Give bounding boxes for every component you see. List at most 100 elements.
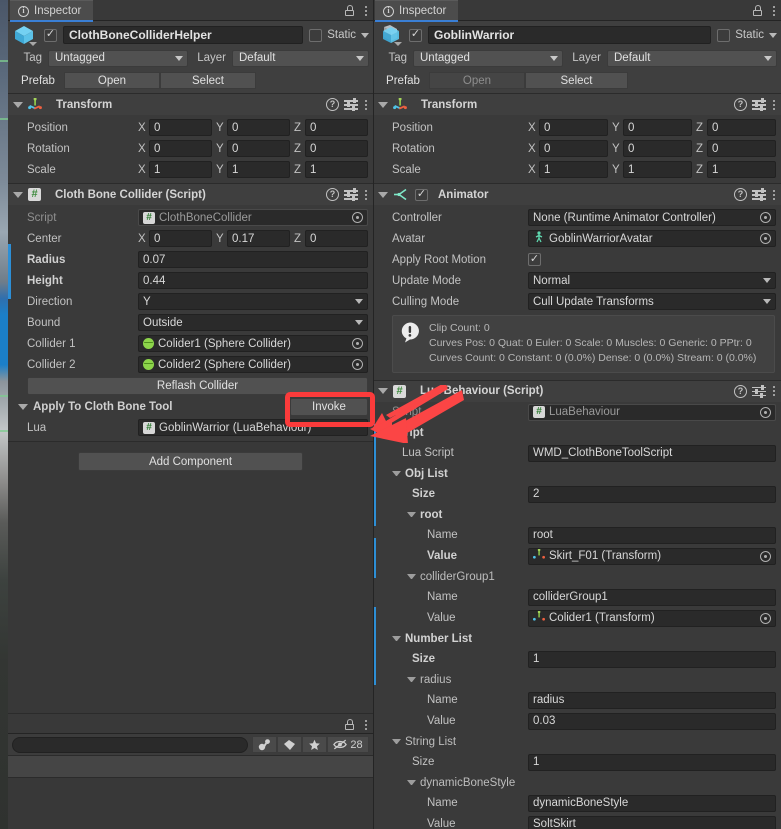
obj-entry-root-foldout[interactable]: root <box>373 505 781 525</box>
obj-entry-name-field[interactable]: root <box>528 526 776 544</box>
obj-entry-value-field[interactable]: Colider1 (Transform) <box>528 609 776 627</box>
preset-icon[interactable] <box>752 98 766 111</box>
chevron-down-icon[interactable] <box>769 32 777 38</box>
animator-header[interactable]: Animator ? <box>373 184 781 205</box>
bound-dropdown[interactable]: Outside <box>138 314 368 331</box>
rotation-x-field[interactable]: 0 <box>539 140 608 157</box>
string-entry-name-field[interactable]: dynamicBoneStyle <box>528 794 776 812</box>
static-checkbox[interactable] <box>309 28 323 42</box>
tag-dropdown[interactable]: Untagged <box>413 49 563 67</box>
string-entry-dynamicbonestyle-foldout[interactable]: dynamicBoneStyle <box>373 773 781 793</box>
object-picker-icon[interactable] <box>352 212 363 223</box>
foldout-arrow-icon[interactable] <box>13 191 23 198</box>
number-list-size-field[interactable]: 1 <box>528 650 776 668</box>
radius-field[interactable]: 0.07 <box>138 251 368 268</box>
lua-behaviour-header[interactable]: # Lua Behaviour (Script) ? <box>373 380 781 402</box>
transform-header[interactable]: Transform ? <box>373 94 781 115</box>
position-y-field[interactable]: 0 <box>623 119 692 136</box>
object-picker-icon[interactable] <box>760 212 771 223</box>
object-picker-icon[interactable] <box>760 406 771 418</box>
lua-object-field[interactable]: # GoblinWarrior (LuaBehaviour) <box>138 419 368 436</box>
layer-dropdown[interactable]: Default <box>232 49 369 67</box>
obj-list-size-field[interactable]: 2 <box>528 485 776 503</box>
apply-root-motion-checkbox[interactable] <box>528 253 541 266</box>
object-name-field[interactable]: ClothBoneColliderHelper <box>63 26 304 44</box>
lock-icon[interactable] <box>753 5 762 16</box>
object-name-field[interactable]: GoblinWarrior <box>428 26 712 44</box>
controller-field[interactable]: None (Runtime Animator Controller) <box>528 209 776 226</box>
layer-dropdown[interactable]: Default <box>607 49 777 67</box>
number-list-foldout[interactable]: Number List <box>373 629 781 649</box>
lock-icon[interactable] <box>345 719 354 730</box>
foldout-arrow-icon[interactable] <box>378 430 387 436</box>
rotation-z-field[interactable]: 0 <box>305 140 368 157</box>
help-icon[interactable]: ? <box>326 188 339 201</box>
center-x-field[interactable]: 0 <box>149 230 212 247</box>
static-checkbox[interactable] <box>717 28 731 42</box>
cloth-bone-collider-header[interactable]: # Cloth Bone Collider (Script) ? <box>8 184 373 205</box>
script-section-foldout[interactable]: Script <box>373 423 781 443</box>
lock-icon[interactable] <box>345 5 354 16</box>
help-icon[interactable]: ? <box>734 188 747 201</box>
prefab-open-button[interactable]: Open <box>64 72 160 89</box>
kebab-menu-icon[interactable] <box>771 386 777 397</box>
preset-icon[interactable] <box>344 188 358 201</box>
scale-x-field[interactable]: 1 <box>149 161 212 178</box>
foldout-arrow-icon[interactable] <box>13 101 23 108</box>
foldout-arrow-icon[interactable] <box>407 512 416 518</box>
invoke-button[interactable]: Invoke <box>290 397 368 416</box>
string-list-size-field[interactable]: 1 <box>528 753 776 771</box>
preset-icon[interactable] <box>752 188 766 201</box>
object-picker-icon[interactable] <box>760 233 771 244</box>
string-entry-value-field[interactable]: SoltSkirt <box>528 815 776 829</box>
update-mode-dropdown[interactable]: Normal <box>528 272 776 289</box>
kebab-menu-icon[interactable] <box>363 5 369 16</box>
foldout-arrow-icon[interactable] <box>407 780 416 786</box>
kebab-menu-icon[interactable] <box>771 189 777 200</box>
position-x-field[interactable]: 0 <box>149 119 212 136</box>
scale-z-field[interactable]: 1 <box>707 161 776 178</box>
foldout-arrow-icon[interactable] <box>392 739 401 745</box>
position-y-field[interactable]: 0 <box>227 119 290 136</box>
rotation-z-field[interactable]: 0 <box>707 140 776 157</box>
transform-header[interactable]: Transform ? <box>8 94 373 115</box>
object-picker-icon[interactable] <box>760 550 771 562</box>
foldout-arrow-icon[interactable] <box>392 471 401 477</box>
obj-entry-collidergroup1-foldout[interactable]: colliderGroup1 <box>373 567 781 587</box>
foldout-arrow-icon[interactable] <box>378 101 388 108</box>
prefab-open-button[interactable]: Open <box>429 72 525 89</box>
help-icon[interactable]: ? <box>734 384 747 398</box>
add-component-button[interactable]: Add Component <box>78 452 303 471</box>
center-z-field[interactable]: 0 <box>305 230 368 247</box>
tab-inspector-left[interactable]: i Inspector <box>10 0 94 22</box>
kebab-menu-icon[interactable] <box>363 99 369 110</box>
foldout-arrow-icon[interactable] <box>378 388 388 395</box>
obj-list-foldout[interactable]: Obj List <box>373 464 781 484</box>
foldout-arrow-icon[interactable] <box>407 574 416 580</box>
object-picker-icon[interactable] <box>760 612 771 624</box>
object-picker-icon[interactable] <box>352 338 363 349</box>
scale-y-field[interactable]: 1 <box>623 161 692 178</box>
panel-divider[interactable] <box>373 0 374 829</box>
help-icon[interactable]: ? <box>734 98 747 111</box>
kebab-menu-icon[interactable] <box>363 719 369 730</box>
tag-icon[interactable] <box>277 736 302 753</box>
foldout-arrow-icon[interactable] <box>378 191 388 198</box>
object-picker-icon[interactable] <box>352 359 363 370</box>
hidden-objects-toggle[interactable]: 28 <box>327 736 369 753</box>
direction-dropdown[interactable]: Y <box>138 293 368 310</box>
rotation-y-field[interactable]: 0 <box>227 140 290 157</box>
tab-inspector-right[interactable]: i Inspector <box>375 0 459 22</box>
avatar-field[interactable]: GoblinWarriorAvatar <box>528 230 776 247</box>
help-icon[interactable]: ? <box>326 98 339 111</box>
rotation-y-field[interactable]: 0 <box>623 140 692 157</box>
prefab-select-button[interactable]: Select <box>525 72 628 89</box>
object-enabled-checkbox[interactable] <box>44 28 57 42</box>
object-enabled-checkbox[interactable] <box>409 28 422 42</box>
reflash-collider-button[interactable]: Reflash Collider <box>27 376 368 395</box>
layers-icon[interactable] <box>252 736 277 753</box>
position-x-field[interactable]: 0 <box>539 119 608 136</box>
chevron-down-icon[interactable] <box>361 32 369 38</box>
collider2-field[interactable]: Colider2 (Sphere Collider) <box>138 356 368 373</box>
scale-x-field[interactable]: 1 <box>539 161 608 178</box>
